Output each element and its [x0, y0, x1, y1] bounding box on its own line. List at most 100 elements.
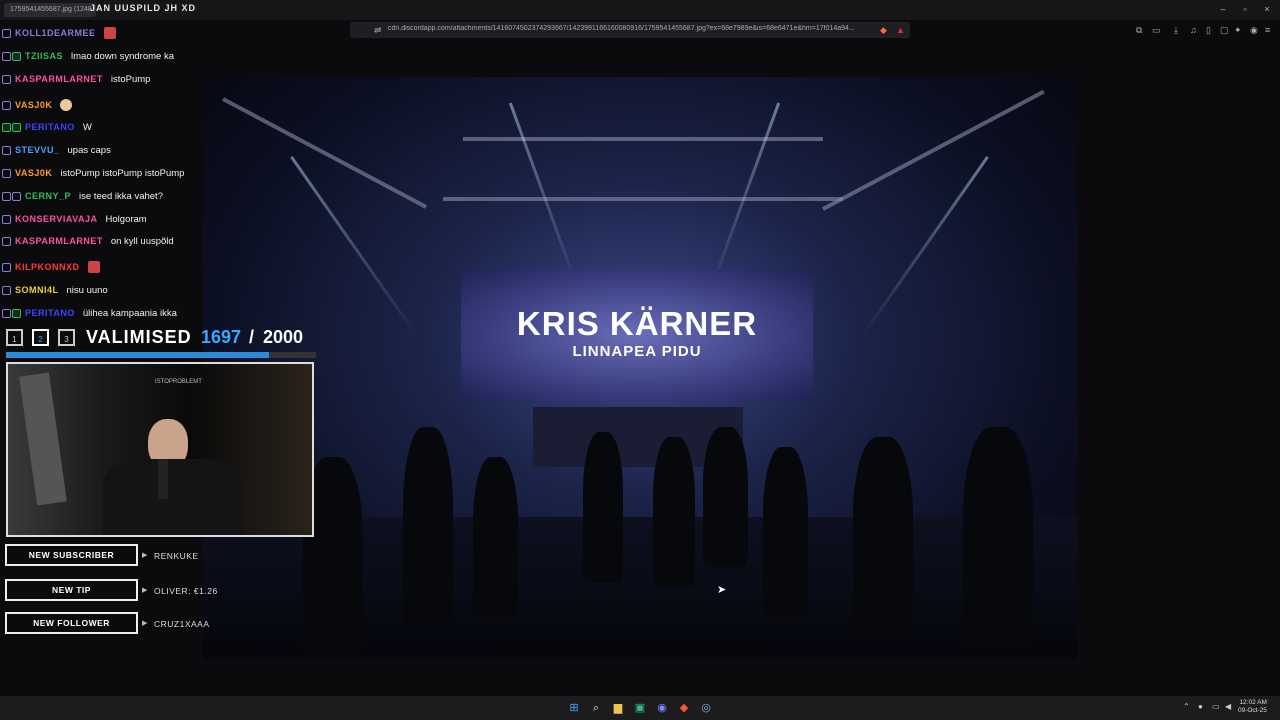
steam-icon[interactable]: ◎: [698, 700, 714, 716]
file-explorer-icon[interactable]: ▆: [610, 700, 626, 716]
goal-target: 2000: [263, 327, 304, 347]
media-icon[interactable]: ♫: [1190, 25, 1197, 35]
windows-start-icon[interactable]: ⊞: [566, 700, 582, 716]
dancer-silhouette: [763, 447, 808, 617]
dancer-silhouette: [473, 457, 518, 617]
new-follower-label: NEW FOLLOWER: [5, 612, 138, 634]
chat-badge-icon: [2, 262, 11, 272]
chat-badge-icon: [12, 51, 21, 61]
chat-text: ise teed ikka vahet?: [79, 190, 163, 202]
site-info-icon[interactable]: ⇌: [374, 25, 382, 36]
maximize-button[interactable]: ▫: [1236, 4, 1254, 14]
volume-icon[interactable]: ◀: [1225, 702, 1231, 711]
chat-message: TZIISAS lmao down syndrome ka: [2, 48, 174, 64]
chat-text: Holgoram: [105, 213, 147, 225]
chat-message: VASJ0K istoPump istoPump istoPump: [2, 165, 184, 181]
brave-icon[interactable]: ◆: [676, 700, 692, 716]
chat-message: KOLL1DEARMEE: [2, 25, 116, 41]
chat-username: STEVVU_: [15, 145, 60, 155]
chat-message: KASPARMLARNET on kyll uuspõld: [2, 233, 174, 249]
goal-progress-bar: [6, 352, 316, 358]
chat-username: SOMNI4L: [15, 285, 59, 295]
brave-shield-icon[interactable]: ◆: [880, 25, 887, 36]
vpn-icon[interactable]: ◉: [1250, 25, 1258, 36]
extensions-icon[interactable]: ⧉: [1136, 25, 1142, 36]
goal-label: VALIMISED: [86, 327, 192, 347]
emote-icon: [87, 261, 100, 273]
chat-message: KASPARMLARNET istoPump: [2, 71, 150, 87]
chat-message: PERITANO ülihea kampaania ikka: [2, 305, 177, 321]
chat-badge-icon: [2, 145, 11, 155]
goal-tab-2: 2: [32, 329, 49, 346]
brave-rewards-icon[interactable]: ▲: [896, 25, 905, 35]
sidebar-icon[interactable]: ▯: [1206, 25, 1211, 36]
chat-message: STEVVU_ upas caps: [2, 142, 111, 158]
chat-message: CERNY_P ise teed ikka vahet?: [2, 188, 163, 204]
chat-username: PERITANO: [25, 308, 75, 318]
chat-badge-icon: [2, 51, 11, 61]
clock[interactable]: 12:02 AM 09-Oct-25: [1238, 699, 1267, 715]
chat-badge-icon: [2, 100, 11, 110]
chat-badge-icon: [2, 285, 11, 295]
lamp-stand: [19, 372, 67, 506]
chat-badge-icon: [12, 308, 21, 318]
chat-message: PERITANO W: [2, 119, 92, 135]
chat-badge-icon: [12, 122, 21, 132]
led-screen: KRIS KÄRNER LINNAPEA PIDU: [461, 269, 813, 401]
new-tip-value: OLIVER: €1.26: [154, 586, 218, 596]
dancer-silhouette: [853, 437, 913, 637]
close-button[interactable]: ×: [1258, 4, 1276, 14]
light-beam: [860, 156, 989, 338]
chat-username: KILPKONNXD: [15, 262, 80, 272]
chat-username: KASPARMLARNET: [15, 236, 103, 246]
goal-widget: 1 2 3 VALIMISED 1697 / 2000: [6, 327, 316, 351]
streamer-body: [103, 459, 243, 535]
goal-progress-fill: [6, 352, 270, 358]
new-tip-label: NEW TIP: [5, 579, 138, 601]
chat-badge-icon: [2, 236, 11, 246]
chat-badge-icon: [2, 308, 11, 318]
chat-message: SOMNI4L nisu uuno: [2, 282, 108, 298]
wallet-icon[interactable]: ▭: [1152, 25, 1161, 36]
window-title: JAN UUSPILD JH XD: [90, 3, 197, 13]
emote-icon: [60, 99, 73, 111]
chat-badge-icon: [12, 191, 21, 201]
truss-right: [822, 89, 1045, 211]
discord-icon[interactable]: ◉: [654, 700, 670, 716]
stage-subline: LINNAPEA PIDU: [572, 343, 702, 360]
tray-chevron-icon[interactable]: ⌃: [1183, 702, 1190, 711]
chat-username: KOLL1DEARMEE: [15, 28, 96, 38]
tabs-icon[interactable]: ▢: [1220, 25, 1229, 36]
light-beam: [290, 156, 419, 338]
chat-text: upas caps: [67, 144, 111, 156]
goal-tab-3: 3: [58, 329, 75, 346]
microphone-tray-icon[interactable]: ●: [1198, 702, 1203, 711]
emote-icon: [103, 27, 116, 39]
party-stage-image: KRIS KÄRNER LINNAPEA PIDU: [203, 77, 1077, 659]
dancer-silhouette: [403, 427, 453, 627]
network-icon[interactable]: ▭: [1212, 702, 1220, 711]
truss-mid: [443, 197, 843, 201]
chat-text: istoPump istoPump istoPump: [60, 167, 185, 179]
app-icon[interactable]: ▣: [632, 700, 648, 716]
downloads-icon[interactable]: ⤓: [1174, 25, 1178, 36]
search-icon[interactable]: ⌕: [588, 700, 604, 716]
dancer-silhouette: [653, 437, 695, 587]
arrow-icon: ▶: [142, 552, 148, 559]
chat-username: TZIISAS: [25, 51, 64, 61]
stage-headline: KRIS KÄRNER: [516, 305, 758, 342]
minimize-button[interactable]: –: [1214, 4, 1232, 14]
chat-username: KASPARMLARNET: [15, 74, 103, 84]
address-bar-url[interactable]: cdn.discordapp.com/attachments/141607450…: [388, 25, 858, 32]
goal-separator: /: [249, 327, 255, 347]
menu-icon[interactable]: ≡: [1265, 25, 1270, 35]
leo-icon[interactable]: ✦: [1234, 25, 1242, 36]
truss-top: [463, 137, 823, 141]
new-follower-value: CRUZ1XAAA: [154, 619, 210, 629]
chat-badge-icon: [2, 122, 11, 132]
arrow-icon: ▶: [142, 587, 148, 594]
browser-tab[interactable]: 1759541455687.jpg (1248: [4, 3, 96, 17]
dancer-silhouette: [703, 427, 748, 567]
dancer-silhouette: [963, 427, 1033, 647]
chat-text: lmao down syndrome ka: [71, 50, 174, 62]
